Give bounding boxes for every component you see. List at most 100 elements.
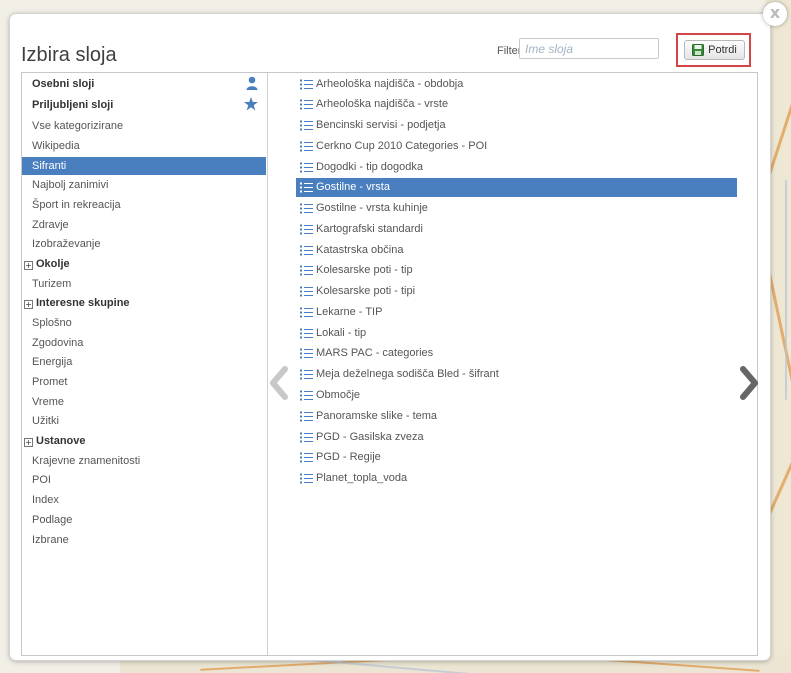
layer-list-item[interactable]: Gostilne - vrsta kuhinje (296, 199, 737, 218)
sidebar-item-label: Ustanove (36, 435, 86, 447)
layer-list-item-label: Gostilne - vrsta (316, 181, 390, 193)
sidebar-item-osebni-sloji[interactable]: Osebni sloji (22, 75, 266, 93)
layer-list-item-label: Kartografski standardi (316, 223, 423, 235)
sidebar-item-interesne-skupine[interactable]: + Interesne skupine (22, 294, 266, 312)
list-icon (300, 390, 313, 401)
layer-list-item[interactable]: Kolesarske poti - tip (296, 261, 737, 280)
list-icon (300, 79, 313, 90)
layer-list-item-label: PGD - Regije (316, 451, 381, 463)
layer-list-item-label: Gostilne - vrsta kuhinje (316, 202, 428, 214)
list-icon (300, 369, 313, 380)
layer-list-item[interactable]: Lekarne - TIP (296, 303, 737, 322)
sidebar-item-poi[interactable]: POI (22, 471, 266, 489)
confirm-highlight-box: Potrdi (676, 33, 751, 67)
sidebar-item-label: Priljubljeni sloji (32, 99, 114, 111)
layer-list-item[interactable]: Območje (296, 386, 737, 405)
sidebar-item-label: Sifranti (32, 160, 67, 172)
list-icon (300, 162, 313, 173)
layer-list-item-label: Panoramske slike - tema (316, 410, 438, 422)
layer-list-item[interactable]: PGD - Regije (296, 448, 737, 467)
sidebar-item-izobraževanje[interactable]: Izobraževanje (22, 235, 266, 253)
sidebar-item-label: Splošno (32, 317, 72, 329)
expand-icon[interactable]: + (24, 300, 33, 309)
sidebar-item-label: Izbrane (32, 534, 69, 546)
list-icon (300, 473, 313, 484)
layer-list-item-label: Arheološka najdišča - vrste (316, 98, 449, 110)
layer-list-item[interactable]: PGD - Gasilska zveza (296, 428, 737, 447)
sidebar-item-sifranti[interactable]: Sifranti (22, 157, 266, 175)
layer-list-item[interactable]: Kolesarske poti - tipi (296, 282, 737, 301)
close-button[interactable]: x (763, 2, 787, 26)
dialog-content-frame: Osebni sloji Priljubljeni sloji Vse katego… (21, 72, 758, 656)
sidebar-item-vreme[interactable]: Vreme (22, 393, 266, 411)
layer-list-item-label: Območje (316, 389, 361, 401)
list-icon (300, 265, 313, 276)
sidebar-item-priljubljeni-sloji[interactable]: Priljubljeni sloji (22, 96, 266, 114)
layer-list-item[interactable]: Katastrska občina (296, 241, 737, 260)
layer-list-item[interactable]: MARS PAC - categories (296, 344, 737, 363)
category-sidebar: Osebni sloji Priljubljeni sloji Vse katego… (22, 73, 268, 655)
list-icon (300, 286, 313, 297)
sidebar-item-turizem[interactable]: Turizem (22, 275, 266, 293)
layer-list-item[interactable]: Arheološka najdišča - obdobja (296, 75, 737, 94)
sidebar-item-label: Užitki (32, 415, 59, 427)
layer-list-item-label: Kolesarske poti - tip (316, 264, 413, 276)
list-icon (300, 328, 313, 339)
save-icon (692, 44, 705, 56)
list-icon (300, 245, 313, 256)
layer-list-item[interactable]: Lokali - tip (296, 324, 737, 343)
layer-list-item-label: Arheološka najdišča - obdobja (316, 78, 464, 90)
user-icon (246, 76, 258, 90)
sidebar-item-okolje[interactable]: + Okolje (22, 255, 266, 273)
layer-list-item-label: Katastrska občina (316, 244, 404, 256)
layer-list-item[interactable]: Dogodki - tip dogodka (296, 158, 737, 177)
expand-icon[interactable]: + (24, 261, 33, 270)
sidebar-item-energija[interactable]: Energija (22, 353, 266, 371)
sidebar-item-label: Osebni sloji (32, 78, 95, 90)
sidebar-item-label: Podlage (32, 514, 73, 526)
sidebar-item-izbrane[interactable]: Izbrane (22, 531, 266, 549)
sidebar-item-najbolj-zanimivi[interactable]: Najbolj zanimivi (22, 176, 266, 194)
layer-list-item[interactable]: Gostilne - vrsta (296, 178, 737, 197)
layer-list-item[interactable]: Planet_topla_voda (296, 469, 737, 488)
layer-list-item[interactable]: Bencinski servisi - podjetja (296, 116, 737, 135)
confirm-button[interactable]: Potrdi (684, 40, 745, 60)
dialog-title: Izbira sloja (21, 44, 117, 66)
expand-icon[interactable]: + (24, 438, 33, 447)
layer-list-item[interactable]: Kartografski standardi (296, 220, 737, 239)
sidebar-item-label: Krajevne znamenitosti (32, 455, 141, 467)
previous-arrow-icon[interactable] (269, 366, 289, 400)
sidebar-item-šport-in-rekreacija[interactable]: Šport in rekreacija (22, 196, 266, 214)
confirm-button-label: Potrdi (708, 44, 737, 56)
list-icon (300, 307, 313, 318)
sidebar-item-label: Okolje (36, 258, 70, 270)
next-arrow-icon[interactable] (739, 366, 759, 400)
layer-list-item[interactable]: Panoramske slike - tema (296, 407, 737, 426)
layer-list-item[interactable]: Cerkno Cup 2010 Categories - POI (296, 137, 737, 156)
sidebar-item-zgodovina[interactable]: Zgodovina (22, 334, 266, 352)
layer-list-item-label: Kolesarske poti - tipi (316, 285, 416, 297)
layer-list-item[interactable]: Arheološka najdišča - vrste (296, 95, 737, 114)
sidebar-item-užitki[interactable]: Užitki (22, 412, 266, 430)
layer-list-item-label: Meja deželnega sodišča Bled - šifrant (316, 368, 499, 380)
sidebar-item-label: Najbolj zanimivi (32, 179, 109, 191)
sidebar-item-wikipedia[interactable]: Wikipedia (22, 137, 266, 155)
filter-input[interactable] (519, 38, 659, 59)
sidebar-item-index[interactable]: Index (22, 491, 266, 509)
list-icon (300, 411, 313, 422)
layer-list-item[interactable]: Meja deželnega sodišča Bled - šifrant (296, 365, 737, 384)
list-icon (300, 141, 313, 152)
sidebar-item-zdravje[interactable]: Zdravje (22, 216, 266, 234)
sidebar-item-ustanove[interactable]: + Ustanove (22, 432, 266, 450)
sidebar-item-podlage[interactable]: Podlage (22, 511, 266, 529)
list-icon (300, 99, 313, 110)
layer-list-item-label: MARS PAC - categories (316, 347, 434, 359)
layer-list-item-label: Lekarne - TIP (316, 306, 383, 318)
sidebar-item-label: Promet (32, 376, 68, 388)
sidebar-item-splošno[interactable]: Splošno (22, 314, 266, 332)
sidebar-item-krajevne-znamenitosti[interactable]: Krajevne znamenitosti (22, 452, 266, 470)
sidebar-item-label: Zdravje (32, 219, 69, 231)
layer-list-item-label: Cerkno Cup 2010 Categories - POI (316, 140, 488, 152)
sidebar-item-vse-kategorizirane[interactable]: Vse kategorizirane (22, 117, 266, 135)
sidebar-item-promet[interactable]: Promet (22, 373, 266, 391)
